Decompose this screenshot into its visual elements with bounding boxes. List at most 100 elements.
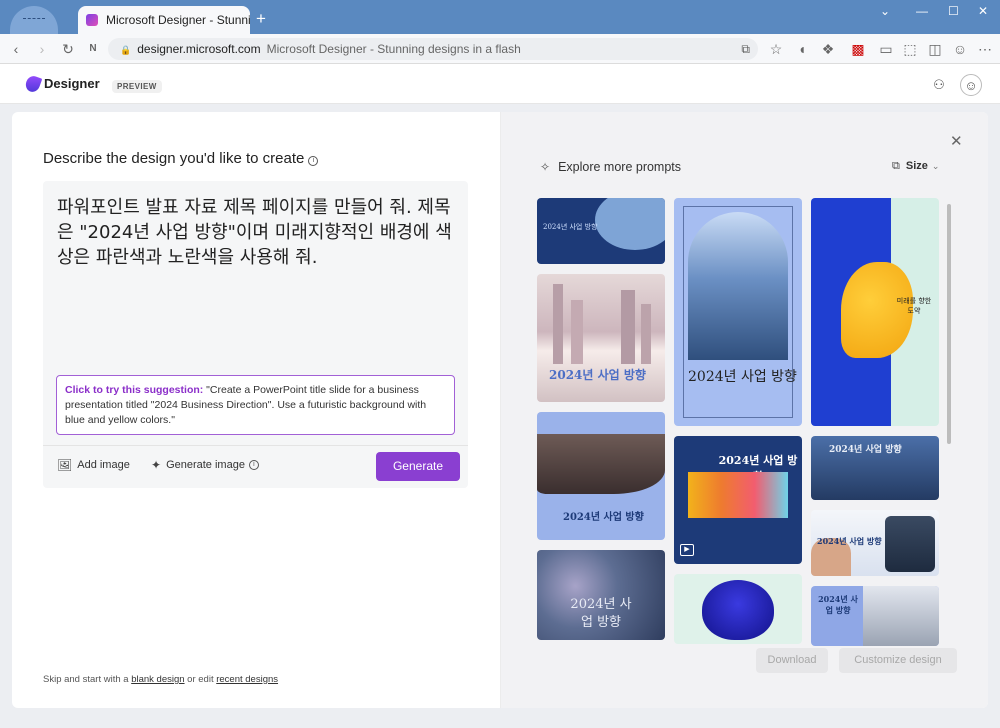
tab-title: Microsoft Designer - Stunning d — [106, 13, 250, 27]
generate-image-label: Generate image — [166, 459, 245, 471]
extensions-icon[interactable]: ❖ — [818, 39, 838, 59]
footer-links: Skip and start with a blank design or ed… — [43, 674, 278, 685]
close-window-button[interactable]: ✕ — [978, 4, 988, 18]
tile-title: 2024년 사업 방향 — [543, 223, 598, 231]
url-page-title: Microsoft Designer - Stunning designs in… — [266, 42, 521, 56]
tile-photo — [595, 198, 665, 250]
refresh-icon[interactable]: ↻ — [58, 39, 78, 59]
tile-tower — [621, 290, 635, 364]
suggestion-lead: Click to try this suggestion: — [65, 384, 204, 396]
reader-icon[interactable]: N — [83, 39, 103, 59]
tabs-menu-icon[interactable]: ⌄ — [880, 4, 890, 18]
flag-extension-icon[interactable]: ▩ — [848, 39, 868, 59]
generate-button[interactable]: Generate — [376, 452, 460, 481]
prompt-input[interactable]: 파워포인트 발표 자료 제목 페이지를 만들어 줘. 제목은 "2024년 사업… — [57, 195, 457, 270]
profile-icon[interactable]: ☺ — [950, 39, 970, 59]
size-label: Size — [905, 160, 928, 172]
page-title: Describe the design you'd like to create… — [43, 150, 319, 167]
add-image-label: Add image — [77, 459, 130, 471]
favorites-star-icon[interactable]: ☆ — [766, 39, 786, 59]
download-button[interactable]: Download — [756, 648, 828, 673]
main-canvas: Describe the design you'd like to create… — [0, 104, 1000, 728]
tile-title: 2024년 사 업 방향 — [570, 597, 632, 630]
design-tile[interactable]: 미래를 향한 도약 — [811, 198, 939, 426]
suggestion-card[interactable]: Click to try this suggestion: "Create a … — [56, 375, 455, 435]
generate-image-button[interactable]: ✦ Generate image i — [151, 458, 259, 472]
prompt-divider — [43, 445, 468, 446]
account-icon[interactable]: ☺ — [960, 74, 982, 96]
forward-icon[interactable]: › — [32, 39, 52, 59]
recent-designs-link[interactable]: recent designs — [216, 674, 278, 685]
design-tile[interactable]: 2024년 사업 방향 ▶ — [674, 436, 802, 564]
new-tab-button[interactable]: + — [256, 9, 266, 29]
design-tile[interactable]: 2024년 사업 방향 — [537, 198, 665, 264]
explore-prompts-button[interactable]: ✧ Explore more prompts — [540, 160, 681, 174]
url-domain: designer.microsoft.com — [137, 42, 261, 56]
tile-tower — [553, 284, 563, 364]
info-icon[interactable]: i — [308, 156, 319, 166]
brand-name: Designer — [44, 76, 100, 91]
design-tile[interactable]: 2024년 사업 방향 — [674, 198, 802, 426]
address-bar[interactable]: 🔒 designer.microsoft.com Microsoft Designe… — [108, 38, 758, 60]
tile-tower — [571, 300, 583, 364]
tile-title: 2024년 사업 방향 — [688, 369, 797, 385]
gallery-scrollbar[interactable] — [947, 204, 951, 444]
info-icon[interactable]: i — [248, 460, 259, 470]
tile-title: 2024년 사업 방향 — [549, 368, 646, 382]
back-icon[interactable]: ‹ — [6, 39, 26, 59]
blank-design-link[interactable]: blank design — [131, 674, 184, 685]
image-add-icon: 🖼 — [57, 458, 73, 472]
tile-title: 미래를 향한 도약 — [896, 297, 932, 315]
tile-title: 2024년 사업 방향 — [829, 445, 902, 455]
tile-tower — [641, 304, 651, 364]
column-divider — [500, 112, 501, 708]
sparkle-icon: ✧ — [540, 160, 551, 174]
preview-badge: PREVIEW — [112, 80, 162, 93]
tile-photo — [688, 212, 788, 360]
design-tile[interactable] — [674, 574, 802, 644]
tile-graphic — [702, 580, 774, 640]
browser-toolbar: ‹ › ↻ N 🔒 designer.microsoft.com Microsoft… — [0, 34, 1000, 64]
screenshot-icon[interactable]: ⬚ — [900, 39, 920, 59]
design-tile[interactable]: 2024년 사 업 방향 — [537, 550, 665, 640]
customize-design-button[interactable]: Customize design — [839, 648, 957, 673]
footer-middle: or edit — [184, 674, 217, 685]
tile-title: 2024년 사업 방향 — [563, 512, 644, 523]
size-dropdown[interactable]: ⧉ Size ⌄ — [892, 160, 939, 173]
browser-tab[interactable]: Microsoft Designer - Stunning d — [78, 6, 250, 34]
share-people-icon[interactable]: ⚇ — [928, 74, 950, 96]
minimize-button[interactable]: — — [916, 4, 928, 18]
lock-icon: 🔒 — [120, 45, 132, 55]
design-tile[interactable]: 2024년 사업 방향 — [537, 412, 665, 540]
install-app-icon[interactable]: ⧉ — [741, 38, 750, 60]
split-screen-icon[interactable]: ◫ — [925, 39, 945, 59]
prompt-box: 파워포인트 발표 자료 제목 페이지를 만들어 줘. 제목은 "2024년 사업… — [43, 181, 468, 488]
resize-icon: ⧉ — [892, 160, 900, 172]
tile-photo — [863, 586, 939, 646]
design-tile[interactable]: 2024년 사업 방향 — [811, 510, 939, 576]
designer-favicon-icon — [86, 14, 98, 26]
create-dialog: Describe the design you'd like to create… — [12, 112, 988, 708]
design-tile[interactable]: 2024년 사업 방향 — [811, 436, 939, 500]
mouse-extension-icon[interactable]: ◖ — [792, 39, 812, 59]
design-tile[interactable]: 2024년 사 업 방향 — [811, 586, 939, 646]
explore-label: Explore more prompts — [558, 160, 682, 174]
video-capture-icon[interactable]: ▭ — [876, 39, 896, 59]
add-image-button[interactable]: 🖼 Add image — [57, 458, 130, 472]
tile-title: 2024년 사 업 방향 — [818, 594, 858, 615]
tile-title: 2024년 사업 방향 — [817, 536, 882, 546]
heading-text: Describe the design you'd like to create — [43, 150, 305, 167]
maximize-button[interactable]: ☐ — [948, 4, 959, 18]
close-icon[interactable]: ✕ — [950, 132, 963, 150]
designer-logo-icon — [23, 74, 43, 94]
video-badge-icon: ▶ — [680, 544, 694, 556]
chevron-down-icon: ⌄ — [931, 161, 940, 171]
design-tile[interactable]: 2024년 사업 방향 — [537, 274, 665, 402]
footer-prefix: Skip and start with a — [43, 674, 132, 685]
profile-avatar[interactable] — [10, 6, 58, 34]
app-header: Designer PREVIEW ⚇ ☺ — [0, 64, 1000, 104]
tile-photo — [885, 516, 935, 572]
sparkle-icon: ✦ — [151, 458, 162, 472]
more-menu-icon[interactable]: ⋯ — [975, 39, 995, 59]
tile-graphic — [688, 472, 788, 518]
